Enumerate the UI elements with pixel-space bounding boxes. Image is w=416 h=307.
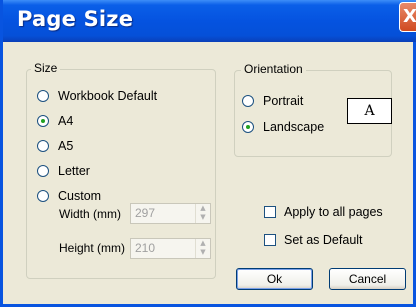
size-group-legend: Size [31,61,61,75]
checkbox-label: Apply to all pages [284,205,383,219]
set-default-checkbox[interactable]: Set as Default [264,233,363,247]
spin-down-icon[interactable]: ▼ [196,213,210,222]
checkbox[interactable] [264,234,276,246]
page-size-dialog: Page Size X Size Workbook Default A4 A5 … [0,0,416,307]
radio-button[interactable] [37,190,49,202]
radio-label: Letter [58,164,90,178]
radio-portrait[interactable]: Portrait [242,94,303,108]
spin-down-icon[interactable]: ▼ [196,248,210,257]
height-spinner[interactable]: 210 ▲ ▼ [130,238,211,259]
radio-label: A4 [58,114,74,128]
radio-letter[interactable]: Letter [37,164,90,178]
radio-button[interactable] [242,95,254,107]
cancel-button[interactable]: Cancel [329,268,406,290]
radio-label: Portrait [263,94,304,108]
radio-landscape[interactable]: Landscape [242,120,324,134]
dialog-title: Page Size [17,7,134,31]
radio-button[interactable] [242,121,254,133]
radio-a4[interactable]: A4 [37,114,73,128]
radio-label: Custom [58,189,102,203]
orientation-group-legend: Orientation [241,62,306,76]
radio-button[interactable] [37,90,49,102]
spin-up-icon[interactable]: ▲ [196,239,210,248]
dialog-body: Size Workbook Default A4 A5 Letter Custo… [3,42,413,304]
apply-all-checkbox[interactable]: Apply to all pages [264,205,383,219]
checkbox[interactable] [264,206,276,218]
orientation-preview: A [347,98,392,124]
radio-workbook-default[interactable]: Workbook Default [37,89,157,103]
close-button[interactable]: X [399,2,416,32]
spinner-arrows[interactable]: ▲ ▼ [195,239,210,258]
spinner-arrows[interactable]: ▲ ▼ [195,204,210,223]
spin-up-icon[interactable]: ▲ [196,204,210,213]
height-value: 210 [135,241,156,255]
close-icon: X [403,6,416,27]
radio-button[interactable] [37,165,49,177]
radio-label: Workbook Default [58,89,158,103]
radio-custom[interactable]: Custom [37,189,101,203]
radio-a5[interactable]: A5 [37,139,73,153]
checkbox-label: Set as Default [284,233,363,247]
radio-button[interactable] [37,140,49,152]
title-bar: Page Size X [3,0,416,42]
width-spinner[interactable]: 297 ▲ ▼ [130,203,211,224]
ok-button[interactable]: Ok [236,268,313,290]
radio-button[interactable] [37,115,49,127]
width-label: Width (mm) [59,207,121,221]
height-label: Height (mm) [59,241,126,255]
radio-label: Landscape [263,120,325,134]
radio-label: A5 [58,139,74,153]
width-value: 297 [135,206,156,220]
